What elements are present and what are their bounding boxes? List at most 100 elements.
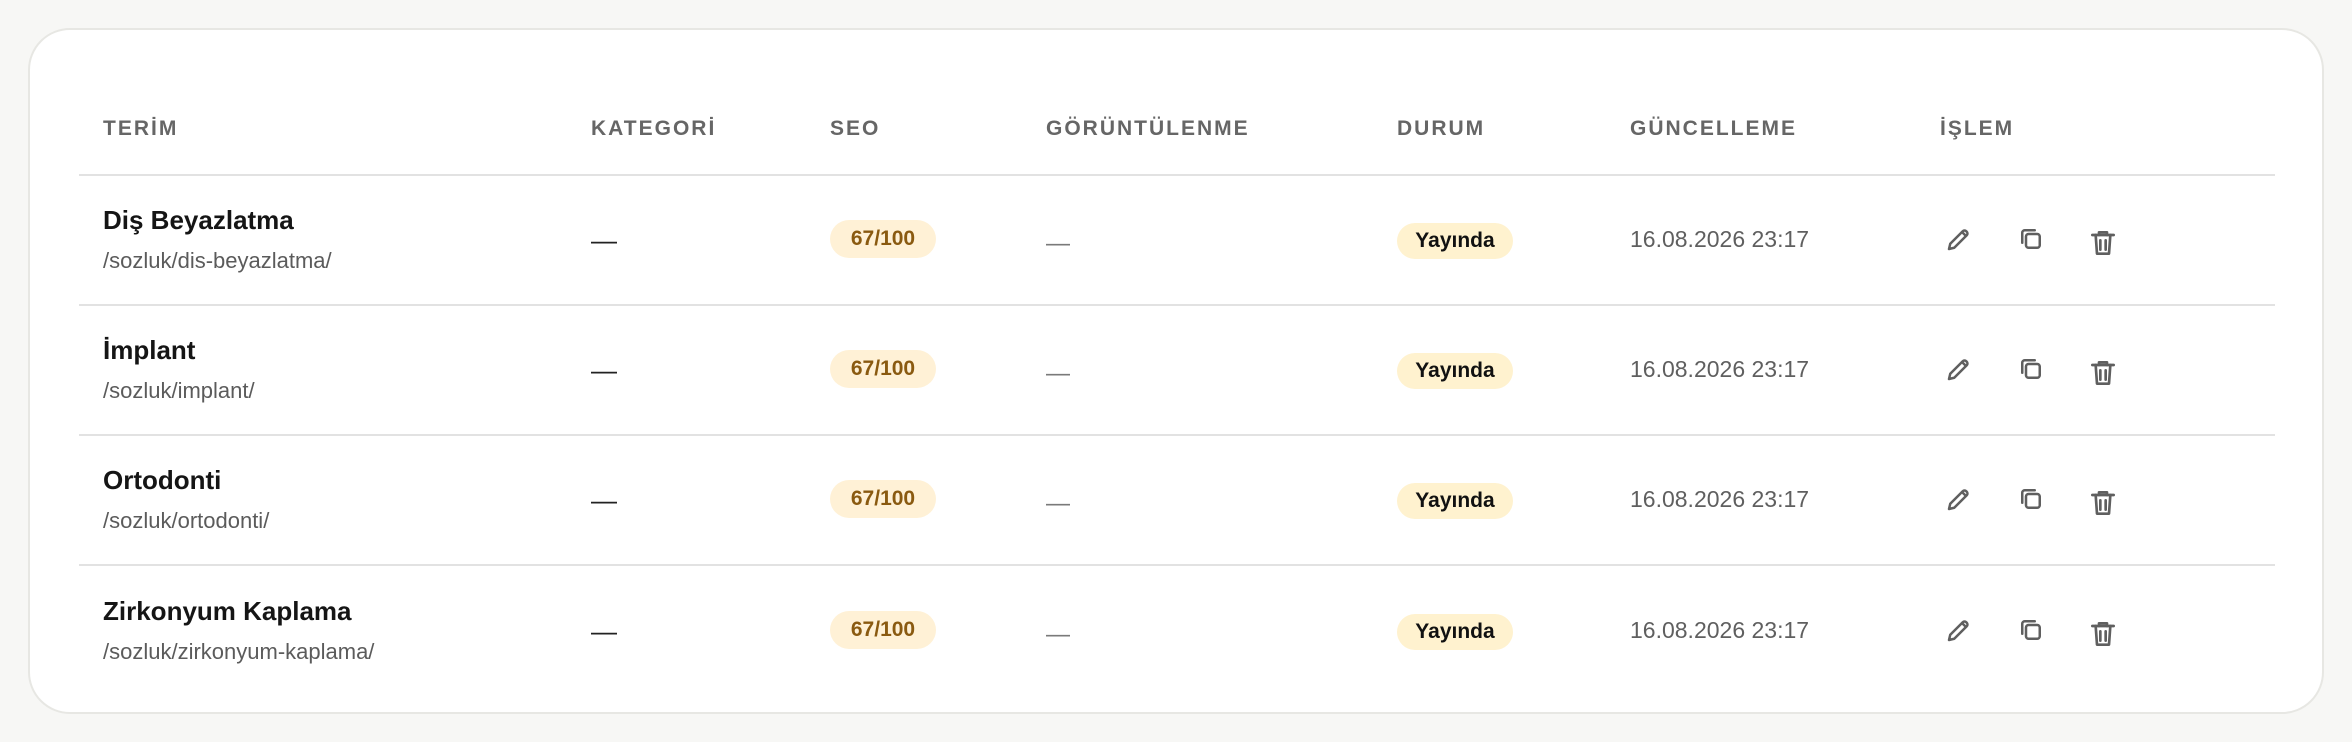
seo-score-badge: 67/100 — [830, 220, 936, 258]
duplicate-button[interactable] — [2012, 611, 2050, 649]
trash-icon — [2091, 361, 2115, 385]
glossary-table: TERİM KATEGORİ SEO GÖRÜNTÜLENME DURUM GÜ… — [79, 78, 2275, 696]
term-cell: İmplant /sozluk/implant/ — [103, 306, 563, 434]
views-value: — — [1046, 490, 1070, 517]
glossary-table-card: TERİM KATEGORİ SEO GÖRÜNTÜLENME DURUM GÜ… — [28, 28, 2324, 714]
delete-button[interactable] — [2084, 480, 2122, 518]
header-actions: İŞLEM — [1940, 117, 2015, 140]
category-cell: — — [591, 566, 811, 696]
status-badge: Yayında — [1397, 483, 1513, 519]
header-updated: GÜNCELLEME — [1630, 117, 1797, 140]
term-title[interactable]: Ortodonti — [103, 464, 269, 496]
status-badge: Yayında — [1397, 223, 1513, 259]
pencil-icon — [1947, 359, 1969, 381]
pencil-icon — [1947, 620, 1969, 642]
term-slug: /sozluk/implant/ — [103, 378, 255, 403]
term-info: Diş Beyazlatma /sozluk/dis-beyazlatma/ — [103, 204, 332, 274]
term-slug: /sozluk/zirkonyum-kaplama/ — [103, 639, 375, 664]
trash-icon — [2091, 491, 2115, 515]
edit-button[interactable] — [1940, 611, 1978, 649]
category-cell: — — [591, 176, 811, 304]
term-slug: /sozluk/dis-beyazlatma/ — [103, 248, 332, 273]
term-title[interactable]: İmplant — [103, 334, 255, 366]
duplicate-button[interactable] — [2012, 350, 2050, 388]
delete-button[interactable] — [2084, 220, 2122, 258]
pencil-icon — [1947, 489, 1969, 511]
row-actions — [1940, 480, 2122, 518]
term-info: İmplant /sozluk/implant/ — [103, 334, 255, 404]
status-cell: Yayında — [1397, 306, 1607, 434]
actions-cell — [1940, 436, 2200, 564]
edit-button[interactable] — [1940, 350, 1978, 388]
seo-cell: 67/100 — [830, 176, 1020, 304]
status-badge: Yayında — [1397, 614, 1513, 650]
term-slug: /sozluk/ortodonti/ — [103, 508, 270, 533]
copy-icon — [2021, 620, 2041, 640]
seo-score-badge: 67/100 — [830, 480, 936, 518]
trash-icon — [2091, 622, 2115, 646]
category-cell: — — [591, 306, 811, 434]
updated-date: 16.08.2026 23:17 — [1630, 225, 1810, 252]
category-cell: — — [591, 436, 811, 564]
views-cell: — — [1046, 436, 1366, 564]
copy-icon — [2021, 359, 2041, 379]
views-cell: — — [1046, 176, 1366, 304]
seo-cell: 67/100 — [830, 566, 1020, 696]
copy-icon — [2021, 489, 2041, 509]
views-value: — — [1046, 230, 1070, 257]
actions-cell — [1940, 306, 2200, 434]
pencil-icon — [1947, 229, 1969, 251]
views-value: — — [1046, 360, 1070, 387]
term-cell: Diş Beyazlatma /sozluk/dis-beyazlatma/ — [103, 176, 563, 304]
copy-icon — [2021, 229, 2041, 249]
views-cell: — — [1046, 566, 1366, 696]
updated-date: 16.08.2026 23:17 — [1630, 355, 1810, 382]
status-cell: Yayında — [1397, 436, 1607, 564]
updated-cell: 16.08.2026 23:17 — [1630, 436, 1910, 564]
category-value: — — [591, 225, 617, 255]
header-views: GÖRÜNTÜLENME — [1046, 117, 1250, 140]
term-title[interactable]: Diş Beyazlatma — [103, 204, 332, 236]
header-category: KATEGORİ — [591, 117, 717, 140]
header-status: DURUM — [1397, 117, 1486, 140]
updated-cell: 16.08.2026 23:17 — [1630, 176, 1910, 304]
table-row: Diş Beyazlatma /sozluk/dis-beyazlatma/ —… — [79, 176, 2275, 306]
header-seo: SEO — [830, 117, 881, 140]
updated-cell: 16.08.2026 23:17 — [1630, 306, 1910, 434]
category-value: — — [591, 485, 617, 515]
category-value: — — [591, 355, 617, 385]
term-title[interactable]: Zirkonyum Kaplama — [103, 595, 374, 627]
header-term: TERİM — [103, 117, 179, 140]
duplicate-button[interactable] — [2012, 480, 2050, 518]
term-cell: Zirkonyum Kaplama /sozluk/zirkonyum-kapl… — [103, 566, 563, 696]
term-cell: Ortodonti /sozluk/ortodonti/ — [103, 436, 563, 564]
table-row: Zirkonyum Kaplama /sozluk/zirkonyum-kapl… — [79, 566, 2275, 696]
delete-button[interactable] — [2084, 611, 2122, 649]
table-header-row: TERİM KATEGORİ SEO GÖRÜNTÜLENME DURUM GÜ… — [79, 78, 2275, 176]
term-info: Zirkonyum Kaplama /sozluk/zirkonyum-kapl… — [103, 595, 374, 665]
actions-cell — [1940, 176, 2200, 304]
updated-date: 16.08.2026 23:17 — [1630, 616, 1810, 643]
table-row: Ortodonti /sozluk/ortodonti/ — 67/100 — … — [79, 436, 2275, 566]
seo-score-badge: 67/100 — [830, 611, 936, 649]
seo-score-badge: 67/100 — [830, 350, 936, 388]
table-row: İmplant /sozluk/implant/ — 67/100 — Yayı… — [79, 306, 2275, 436]
row-actions — [1940, 611, 2122, 649]
status-badge: Yayında — [1397, 353, 1513, 389]
delete-button[interactable] — [2084, 350, 2122, 388]
views-cell: — — [1046, 306, 1366, 434]
duplicate-button[interactable] — [2012, 220, 2050, 258]
updated-date: 16.08.2026 23:17 — [1630, 485, 1810, 512]
status-cell: Yayında — [1397, 176, 1607, 304]
actions-cell — [1940, 566, 2200, 696]
updated-cell: 16.08.2026 23:17 — [1630, 566, 1910, 696]
term-info: Ortodonti /sozluk/ortodonti/ — [103, 464, 269, 534]
row-actions — [1940, 350, 2122, 388]
edit-button[interactable] — [1940, 480, 1978, 518]
edit-button[interactable] — [1940, 220, 1978, 258]
seo-cell: 67/100 — [830, 436, 1020, 564]
views-value: — — [1046, 621, 1070, 648]
status-cell: Yayında — [1397, 566, 1607, 696]
trash-icon — [2091, 231, 2115, 255]
seo-cell: 67/100 — [830, 306, 1020, 434]
